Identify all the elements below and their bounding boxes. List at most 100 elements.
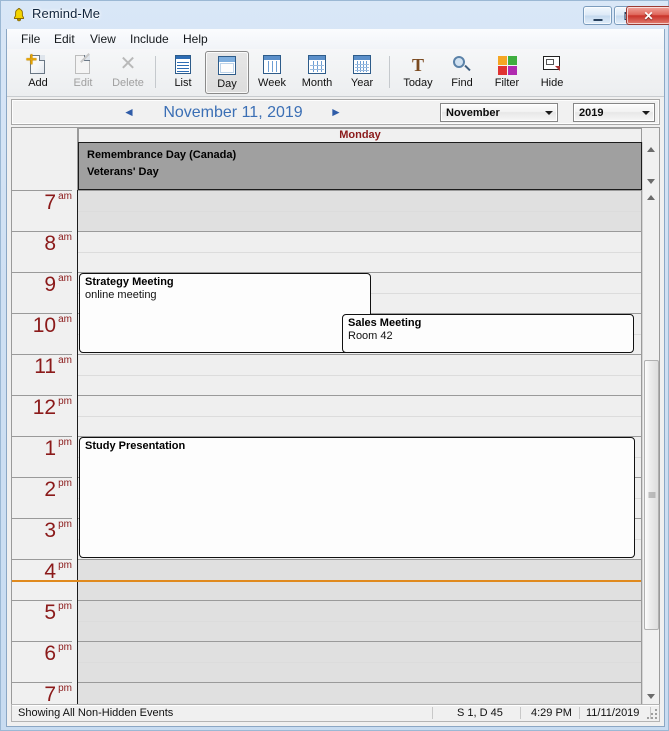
status-divider-2 (520, 707, 521, 719)
day-calendar: Monday Remembrance Day (Canada) Veterans… (11, 127, 660, 705)
time-meridiem: am (58, 191, 72, 202)
time-hour: 3 (44, 519, 57, 542)
menu-help[interactable]: Help (177, 32, 214, 46)
toolbar-find-label: Find (451, 77, 473, 89)
next-day-button[interactable]: ► (329, 106, 343, 120)
time-grid: 7 am 8 am 9 am 10 am 11 am 12 pm 1 pm 2 pm 3 pm 4 pm 5 pm 6 pm 7… (12, 190, 659, 704)
event-title: Strategy Meeting (85, 276, 174, 288)
time-meridiem: pm (58, 519, 72, 530)
month-select[interactable]: November (440, 103, 558, 122)
hour-slot-11am[interactable] (78, 354, 641, 395)
time-hour: 7 (44, 191, 57, 214)
time-meridiem: am (58, 314, 72, 325)
toolbar-edit-button[interactable]: Edit (61, 51, 105, 94)
half-hour-line (78, 211, 641, 212)
allday-scroll-down-button[interactable] (643, 173, 659, 189)
current-time-line-axis (12, 579, 78, 582)
filter-swatch-icon (495, 54, 519, 76)
hour-slot-7pm[interactable] (78, 682, 641, 704)
allday-event-1[interactable]: Remembrance Day (Canada) (87, 149, 236, 162)
toolbar-separator-1 (155, 56, 156, 88)
calendar-event[interactable]: Study Presentation (79, 437, 635, 558)
month-select-value: November (446, 107, 500, 119)
scroll-down-button[interactable] (643, 688, 659, 704)
allday-scrollbar[interactable] (642, 142, 659, 190)
time-hour: 9 (44, 273, 57, 296)
toolbar-separator-2 (389, 56, 390, 88)
magnifier-icon (450, 54, 474, 76)
time-hour: 5 (44, 601, 57, 624)
calendar-scrollbar[interactable] (642, 190, 659, 704)
allday-event-2[interactable]: Veterans' Day (87, 166, 159, 179)
day-view-icon (215, 55, 239, 77)
menu-include[interactable]: Include (124, 32, 175, 46)
events-column[interactable]: Strategy Meeting online meeting Sales Meet… (78, 190, 642, 704)
toolbar-add-button[interactable]: ✛ Add (16, 51, 60, 94)
half-hour-line (78, 375, 641, 376)
toolbar-month-label: Month (301, 77, 333, 89)
toolbar-year-button[interactable]: Year (340, 51, 384, 94)
status-message: Showing All Non-Hidden Events (18, 707, 174, 719)
toolbar-filter-button[interactable]: Filter (485, 51, 529, 94)
time-meridiem: pm (58, 642, 72, 653)
hour-slot-7am[interactable] (78, 190, 641, 231)
time-meridiem: pm (58, 437, 72, 448)
toolbar-find-button[interactable]: Find (440, 51, 484, 94)
status-time: 4:29 PM (531, 707, 572, 719)
time-label-7am: 7 am (12, 190, 72, 231)
menu-view[interactable]: View (84, 32, 122, 46)
hour-slot-6pm[interactable] (78, 641, 641, 682)
hour-slot-5pm[interactable] (78, 600, 641, 641)
time-meridiem: pm (58, 560, 72, 571)
time-meridiem: pm (58, 478, 72, 489)
half-hour-line (78, 252, 641, 253)
menu-file[interactable]: File (15, 32, 46, 46)
calendar-event[interactable]: Strategy Meeting online meeting (79, 273, 371, 353)
time-meridiem: am (58, 232, 72, 243)
all-day-events-band[interactable]: Remembrance Day (Canada) Veterans' Day (78, 142, 642, 190)
scrollbar-thumb[interactable] (644, 360, 659, 630)
toolbar-list-button[interactable]: List (161, 51, 205, 94)
toolbar-month-button[interactable]: Month (295, 51, 339, 94)
client-area: File Edit View Include Help ✛ Add Edit ✕… (6, 29, 665, 727)
toolbar-day-button[interactable]: Day (205, 51, 249, 94)
event-title: Study Presentation (85, 440, 186, 452)
time-meridiem: pm (58, 683, 72, 694)
chevron-down-icon (642, 111, 650, 115)
menu-bar: File Edit View Include Help (7, 29, 664, 50)
application-window: Remind-Me ✕ File Edit View Include Help … (0, 0, 669, 731)
hour-slot-8am[interactable] (78, 231, 641, 272)
delete-x-icon: ✕ (119, 53, 137, 75)
hour-slot-12pm[interactable] (78, 395, 641, 436)
month-view-icon (305, 54, 329, 76)
close-button[interactable]: ✕ (626, 6, 669, 25)
time-hour: 7 (44, 683, 57, 704)
toolbar-delete-button[interactable]: ✕ Delete (106, 51, 150, 94)
time-label-8am: 8 am (12, 231, 72, 272)
toolbar-today-label: Today (403, 77, 433, 89)
event-subtitle: Room 42 (348, 330, 393, 342)
time-label-3pm: 3 pm (12, 518, 72, 559)
window-title: Remind-Me (32, 6, 101, 21)
minimize-button[interactable] (583, 6, 612, 25)
close-icon: ✕ (643, 8, 654, 23)
time-meridiem: am (58, 273, 72, 284)
year-select[interactable]: 2019 (573, 103, 655, 122)
add-page-icon: ✛ (26, 53, 50, 76)
list-view-icon (171, 54, 195, 76)
time-hour: 6 (44, 642, 57, 665)
allday-scroll-up-button[interactable] (643, 142, 659, 158)
time-meridiem: pm (58, 601, 72, 612)
bell-icon (13, 8, 25, 22)
time-hour: 12 (32, 396, 57, 419)
toolbar-week-button[interactable]: Week (250, 51, 294, 94)
toolbar-today-button[interactable]: T Today (396, 51, 440, 94)
half-hour-line (78, 621, 641, 622)
calendar-event[interactable]: Sales Meeting Room 42 (342, 314, 634, 353)
scroll-up-button[interactable] (643, 190, 659, 206)
previous-day-button[interactable]: ◄ (122, 106, 136, 120)
menu-edit[interactable]: Edit (48, 32, 81, 46)
resize-grip-icon[interactable] (646, 708, 657, 719)
toolbar-hide-button[interactable]: Hide (530, 51, 574, 94)
time-label-9am: 9 am (12, 272, 72, 313)
